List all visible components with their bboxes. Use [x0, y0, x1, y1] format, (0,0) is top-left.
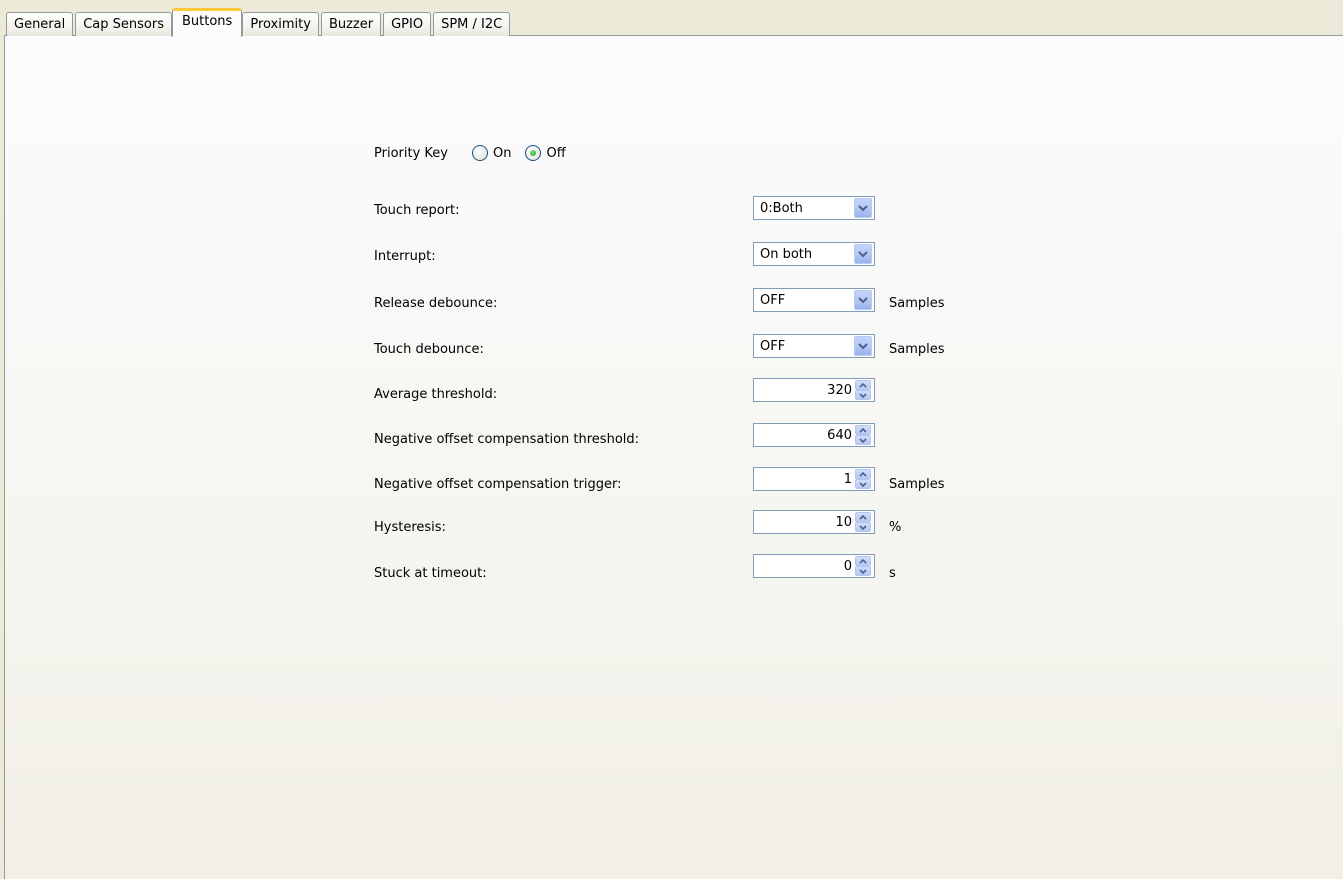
spin-up-icon[interactable] [855, 469, 871, 479]
spin-arrows[interactable] [855, 512, 871, 532]
touch-report-value[interactable]: 0:Both [754, 201, 854, 216]
radio-checked-icon[interactable] [525, 145, 542, 161]
touch-debounce-select[interactable]: OFF [753, 334, 875, 358]
tab-buttons[interactable]: Buttons [172, 8, 243, 37]
neg-offset-trigger-label: Negative offset compensation trigger: [374, 477, 622, 492]
chevron-down-icon[interactable] [854, 336, 872, 356]
radio-circle-icon[interactable] [471, 145, 488, 161]
touch-report-label: Touch report: [374, 203, 460, 218]
priority-key-off-radio[interactable]: Off [525, 145, 566, 161]
release-debounce-label: Release debounce: [374, 296, 498, 311]
hysteresis-unit: % [889, 520, 902, 535]
average-threshold-value[interactable]: 320 [754, 383, 855, 398]
neg-offset-trigger-unit: Samples [889, 477, 945, 492]
chevron-down-icon[interactable] [854, 290, 872, 310]
hysteresis-value[interactable]: 10 [754, 515, 855, 530]
touch-debounce-unit: Samples [889, 342, 945, 357]
release-debounce-select[interactable]: OFF [753, 288, 875, 312]
touch-report-select[interactable]: 0:Both [753, 196, 875, 220]
neg-offset-trigger-stepper[interactable]: 1 [753, 467, 875, 491]
tab-cap-sensors[interactable]: Cap Sensors [75, 12, 172, 36]
spin-up-icon[interactable] [855, 380, 871, 390]
tab-buzzer[interactable]: Buzzer [320, 12, 382, 36]
tab-spm-i2c[interactable]: SPM / I2C [433, 12, 511, 36]
spin-arrows[interactable] [855, 469, 871, 489]
tab-strip: General Cap Sensors Buttons Proximity Bu… [6, 6, 512, 37]
priority-key-label: Priority Key [374, 145, 448, 161]
spin-arrows[interactable] [855, 380, 871, 400]
spin-down-icon[interactable] [855, 390, 871, 400]
spin-up-icon[interactable] [855, 512, 871, 522]
touch-debounce-value[interactable]: OFF [754, 339, 854, 354]
priority-key-on-radio[interactable]: On [471, 145, 511, 161]
spin-down-icon[interactable] [855, 522, 871, 532]
chevron-down-icon[interactable] [854, 198, 872, 218]
release-debounce-unit: Samples [889, 296, 945, 311]
priority-key-on-label[interactable]: On [493, 146, 511, 161]
release-debounce-value[interactable]: OFF [754, 293, 854, 308]
tab-gpio[interactable]: GPIO [383, 12, 432, 36]
tab-panel-buttons [4, 35, 1343, 879]
spin-up-icon[interactable] [855, 425, 871, 435]
priority-key-off-label[interactable]: Off [546, 146, 565, 161]
average-threshold-stepper[interactable]: 320 [753, 378, 875, 402]
neg-offset-threshold-stepper[interactable]: 640 [753, 423, 875, 447]
window: General Cap Sensors Buttons Proximity Bu… [0, 0, 1343, 879]
spin-down-icon[interactable] [855, 435, 871, 445]
touch-debounce-label: Touch debounce: [374, 342, 484, 357]
hysteresis-stepper[interactable]: 10 [753, 510, 875, 534]
tab-general[interactable]: General [6, 12, 74, 36]
spin-down-icon[interactable] [855, 479, 871, 489]
interrupt-select[interactable]: On both [753, 242, 875, 266]
neg-offset-threshold-label: Negative offset compensation threshold: [374, 432, 640, 447]
spin-up-icon[interactable] [855, 556, 871, 566]
tab-proximity[interactable]: Proximity [242, 12, 319, 36]
neg-offset-trigger-value[interactable]: 1 [754, 472, 855, 487]
interrupt-label: Interrupt: [374, 249, 436, 264]
spin-arrows[interactable] [855, 556, 871, 576]
neg-offset-threshold-value[interactable]: 640 [754, 428, 855, 443]
spin-down-icon[interactable] [855, 566, 871, 576]
priority-key-group: Priority Key On Off [374, 143, 580, 163]
stuck-timeout-unit: s [889, 566, 896, 581]
average-threshold-label: Average threshold: [374, 387, 498, 402]
spin-arrows[interactable] [855, 425, 871, 445]
interrupt-value[interactable]: On both [754, 247, 854, 262]
stuck-timeout-value[interactable]: 0 [754, 559, 855, 574]
hysteresis-label: Hysteresis: [374, 520, 446, 535]
stuck-timeout-stepper[interactable]: 0 [753, 554, 875, 578]
stuck-timeout-label: Stuck at timeout: [374, 566, 487, 581]
chevron-down-icon[interactable] [854, 244, 872, 264]
